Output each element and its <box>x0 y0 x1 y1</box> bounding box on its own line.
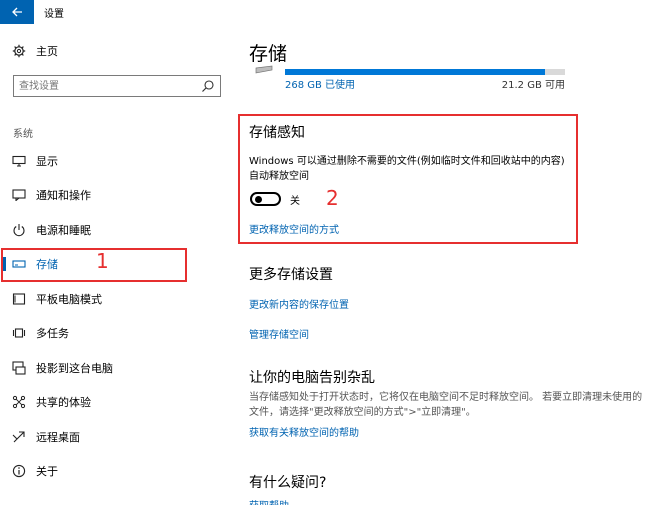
free-space-text: 21.2 GB 可用 <box>501 80 565 91</box>
tablet-icon <box>11 291 27 307</box>
multitask-icon <box>11 325 27 341</box>
sidebar-item-label: 电源和睡眠 <box>36 224 91 237</box>
sidebar-item-label: 主页 <box>36 45 58 58</box>
annotation-number-1: 1 <box>96 249 109 273</box>
sidebar-item-remote-desktop[interactable]: 远程桌面 <box>0 422 230 452</box>
sidebar-item-display[interactable]: 显示 <box>0 146 230 176</box>
info-icon <box>11 463 27 479</box>
sidebar-item-label: 通知和操作 <box>36 189 91 202</box>
window-title: 设置 <box>44 9 64 20</box>
remote-desktop-icon <box>11 429 27 445</box>
annotation-number-2: 2 <box>326 186 339 210</box>
sidebar-item-label: 平板电脑模式 <box>36 293 102 306</box>
sidebar-item-home[interactable]: 主页 <box>0 36 230 66</box>
sidebar-item-power[interactable]: 电源和睡眠 <box>0 215 230 245</box>
power-icon <box>11 222 27 238</box>
share-icon <box>11 394 27 410</box>
main-content: 存储 268 GB 已使用 21.2 GB 可用 存储感知 Windows 可以… <box>230 24 650 505</box>
back-button[interactable] <box>0 0 34 24</box>
sidebar-item-label: 显示 <box>36 155 58 168</box>
sidebar-item-project[interactable]: 投影到这台电脑 <box>0 353 230 383</box>
sidebar-item-multitasking[interactable]: 多任务 <box>0 318 230 348</box>
sidebar-item-shared-experiences[interactable]: 共享的体验 <box>0 387 230 417</box>
sidebar-item-label: 关于 <box>36 465 58 478</box>
sidebar-item-label: 多任务 <box>36 327 69 340</box>
section-label-system: 系统 <box>13 129 33 140</box>
free-space-help-link[interactable]: 获取有关释放空间的帮助 <box>249 424 359 439</box>
gear-icon <box>11 43 27 59</box>
annotation-box-1 <box>1 248 187 282</box>
sidebar-item-label: 投影到这台电脑 <box>36 362 113 375</box>
title-bar: 设置 <box>0 0 650 24</box>
sidebar-item-label: 远程桌面 <box>36 431 80 444</box>
search-input[interactable] <box>16 78 201 94</box>
annotation-box-2 <box>238 114 578 244</box>
arrow-left-icon <box>12 7 22 17</box>
change-save-location-link[interactable]: 更改新内容的保存位置 <box>249 296 349 311</box>
sidebar-item-about[interactable]: 关于 <box>0 456 230 486</box>
sidebar-item-notifications[interactable]: 通知和操作 <box>0 180 230 210</box>
declutter-description: 当存储感知处于打开状态时，它将仅在电脑空间不足时释放空间。 若要立即清理未使用的… <box>249 392 643 418</box>
questions-heading: 有什么疑问? <box>249 475 327 491</box>
monitor-icon <box>11 153 27 169</box>
storage-usage-fill <box>285 69 545 75</box>
sidebar-item-tablet-mode[interactable]: 平板电脑模式 <box>0 284 230 314</box>
get-help-link[interactable]: 获取帮助 <box>249 497 289 505</box>
declutter-heading: 让你的电脑告别杂乱 <box>249 370 375 386</box>
project-icon <box>11 360 27 376</box>
more-storage-settings-heading: 更多存储设置 <box>249 267 333 283</box>
page-title: 存储 <box>249 43 288 65</box>
search-icon[interactable] <box>201 79 215 93</box>
manage-storage-spaces-link[interactable]: 管理存储空间 <box>249 326 309 341</box>
notification-icon <box>11 187 27 203</box>
used-space-text[interactable]: 268 GB 已使用 <box>285 76 355 91</box>
storage-usage-bar <box>285 69 565 75</box>
sidebar-item-label: 共享的体验 <box>36 396 91 409</box>
search-box[interactable] <box>13 75 221 97</box>
drive-icon <box>255 65 273 74</box>
